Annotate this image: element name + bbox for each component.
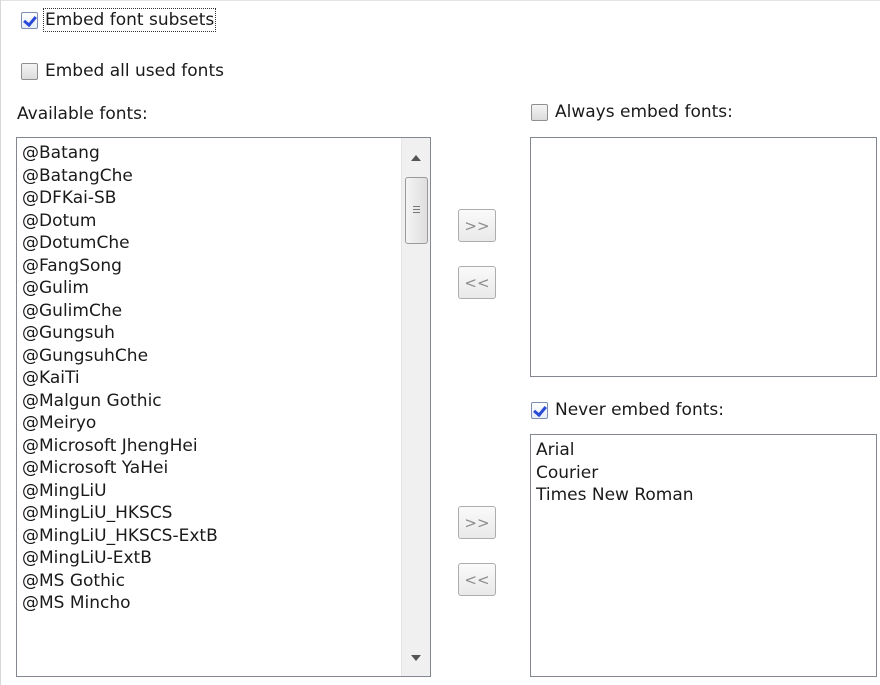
never-embed-fonts-checkbox[interactable] [531, 401, 548, 419]
always-embed-fonts-option[interactable]: Always embed fonts: [531, 100, 733, 124]
available-fonts-label: Available fonts: [17, 104, 148, 124]
embed-font-subsets-checkbox[interactable] [21, 11, 38, 29]
font-list-item[interactable]: Times New Roman [531, 484, 876, 507]
font-list-item[interactable]: @Microsoft JhengHei [17, 435, 430, 458]
available-fonts-items: @Batang @BatangChe @DFKai-SB @Dotum @DotumCh… [17, 138, 430, 615]
always-embed-fonts-items [531, 138, 876, 142]
add-to-always-embed-button[interactable]: >> [458, 209, 496, 242]
scrollbar-thumb[interactable] [405, 177, 428, 244]
font-list-item[interactable]: @MingLiU_HKSCS [17, 502, 430, 525]
never-embed-fonts-list[interactable]: Arial Courier Times New Roman [530, 434, 877, 677]
font-list-item[interactable]: @MS Gothic [17, 570, 430, 593]
font-list-item[interactable]: @Batang [17, 142, 430, 165]
scroll-up-arrow-icon[interactable] [411, 155, 421, 161]
add-to-never-embed-button[interactable]: >> [458, 506, 496, 539]
font-list-item[interactable]: @MingLiU_HKSCS-ExtB [17, 525, 430, 548]
embed-all-used-fonts-checkbox[interactable] [21, 62, 38, 80]
font-list-item[interactable]: @MingLiU [17, 480, 430, 503]
font-list-item[interactable]: @DFKai-SB [17, 187, 430, 210]
font-list-item[interactable]: Arial [531, 439, 876, 462]
always-embed-fonts-label[interactable]: Always embed fonts: [555, 102, 733, 122]
remove-from-always-embed-button[interactable]: << [458, 266, 496, 299]
font-list-item[interactable]: @Microsoft YaHei [17, 457, 430, 480]
embed-font-subsets-label[interactable]: Embed font subsets [42, 8, 217, 32]
embed-font-subsets-option[interactable]: Embed font subsets [21, 8, 217, 32]
embed-all-used-fonts-option[interactable]: Embed all used fonts [21, 59, 224, 83]
font-list-item[interactable]: Courier [531, 462, 876, 485]
font-list-item[interactable]: @DotumChe [17, 232, 430, 255]
font-list-item[interactable]: @Meiryo [17, 412, 430, 435]
scroll-down-arrow-icon[interactable] [411, 655, 421, 661]
always-embed-fonts-checkbox[interactable] [531, 103, 548, 121]
font-list-item[interactable]: @BatangChe [17, 165, 430, 188]
never-embed-fonts-option[interactable]: Never embed fonts: [531, 398, 724, 422]
remove-from-never-embed-button[interactable]: << [458, 563, 496, 596]
embed-all-used-fonts-label[interactable]: Embed all used fonts [45, 61, 224, 81]
font-list-item[interactable]: @Gulim [17, 277, 430, 300]
top-divider [0, 0, 880, 1]
scroll-grip-icon [413, 206, 420, 214]
available-fonts-list[interactable]: @Batang @BatangChe @DFKai-SB @Dotum @DotumCh… [16, 137, 431, 677]
never-embed-fonts-items: Arial Courier Times New Roman [531, 435, 876, 507]
always-embed-fonts-list[interactable] [530, 137, 877, 377]
font-list-item[interactable]: @MS Mincho [17, 592, 430, 615]
available-fonts-scrollbar[interactable] [401, 138, 430, 676]
font-list-item[interactable]: @Dotum [17, 210, 430, 233]
never-embed-fonts-label[interactable]: Never embed fonts: [555, 400, 724, 420]
font-list-item[interactable]: @GungsuhChe [17, 345, 430, 368]
font-list-item[interactable]: @GulimChe [17, 300, 430, 323]
left-divider [0, 0, 1, 685]
font-list-item[interactable]: @MingLiU-ExtB [17, 547, 430, 570]
font-list-item[interactable]: @FangSong [17, 255, 430, 278]
font-list-item[interactable]: @KaiTi [17, 367, 430, 390]
font-list-item[interactable]: @Malgun Gothic [17, 390, 430, 413]
font-list-item[interactable]: @Gungsuh [17, 322, 430, 345]
